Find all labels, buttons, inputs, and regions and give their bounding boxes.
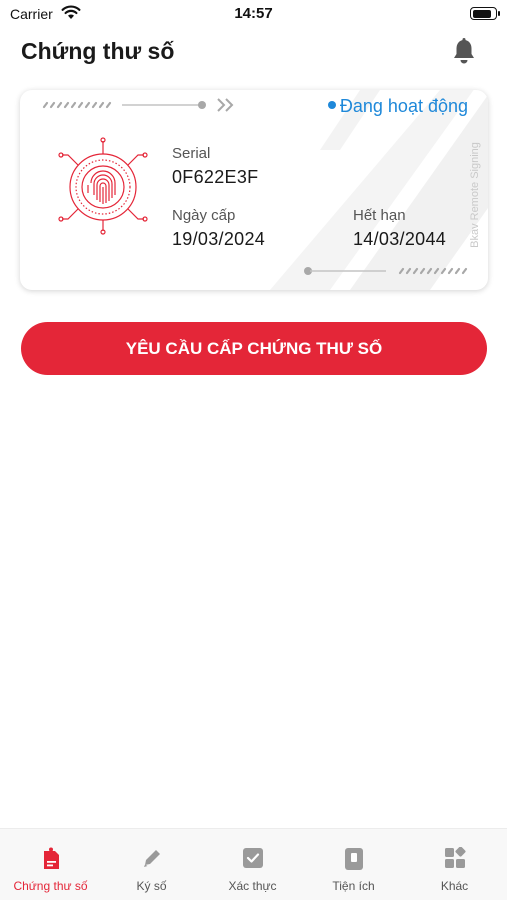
tab-verify[interactable]: Xác thực: [202, 829, 303, 900]
tab-label: Khác: [440, 879, 469, 893]
check-icon: [242, 848, 263, 868]
expiry-date-label: Hết hạn: [353, 207, 406, 224]
side-brand-label: Bkav Remote Signing: [469, 142, 481, 248]
side-brand-text: Bkav Remote Signing: [465, 130, 485, 260]
tab-label: Ký số: [136, 879, 167, 893]
serial-value: 0F622E3F: [172, 167, 259, 187]
tab-sign[interactable]: Ký số: [101, 829, 202, 900]
status-text: Đang hoạt động: [339, 96, 468, 116]
tab-utilities[interactable]: Tiện ích: [303, 829, 404, 900]
header: Chứng thư số: [0, 30, 507, 76]
battery-icon: [470, 7, 500, 20]
tab-more[interactable]: Khác: [404, 829, 505, 900]
bell-icon[interactable]: [451, 38, 477, 66]
certificate-card[interactable]: Đang hoạt động Bkav Remote Signing Seria…: [20, 90, 488, 290]
tab-label: Tiện ích: [332, 879, 375, 893]
expiry-date-value: 14/03/2044: [353, 229, 447, 249]
fingerprint-icon: [58, 137, 148, 235]
status-bar: Carrier 14:57: [0, 0, 507, 28]
clock: 14:57: [234, 5, 273, 22]
status-dot: [327, 101, 336, 109]
grid-icon: [444, 847, 466, 868]
issue-date-value: 19/03/2024: [172, 229, 266, 249]
status-badge: Đang hoạt động: [327, 96, 468, 117]
tab-label: Xác thực: [228, 879, 277, 893]
pen-icon: [143, 850, 160, 867]
tab-bar: Chứng thư số Ký số Xác thực Tiện ích Khá…: [0, 828, 507, 900]
page-title: Chứng thư số: [21, 38, 175, 64]
tab-label: Chứng thư số: [13, 879, 88, 893]
battery-level: [472, 9, 492, 18]
issue-date-label: Ngày cấp: [172, 207, 236, 224]
certificate-icon: [43, 847, 59, 869]
tab-certificates[interactable]: Chứng thư số: [0, 829, 101, 900]
serial-label: Serial: [172, 145, 211, 162]
device-icon: [344, 848, 363, 870]
request-certificate-button[interactable]: YÊU CẦU CẤP CHỨNG THƯ SỐ: [21, 322, 487, 375]
